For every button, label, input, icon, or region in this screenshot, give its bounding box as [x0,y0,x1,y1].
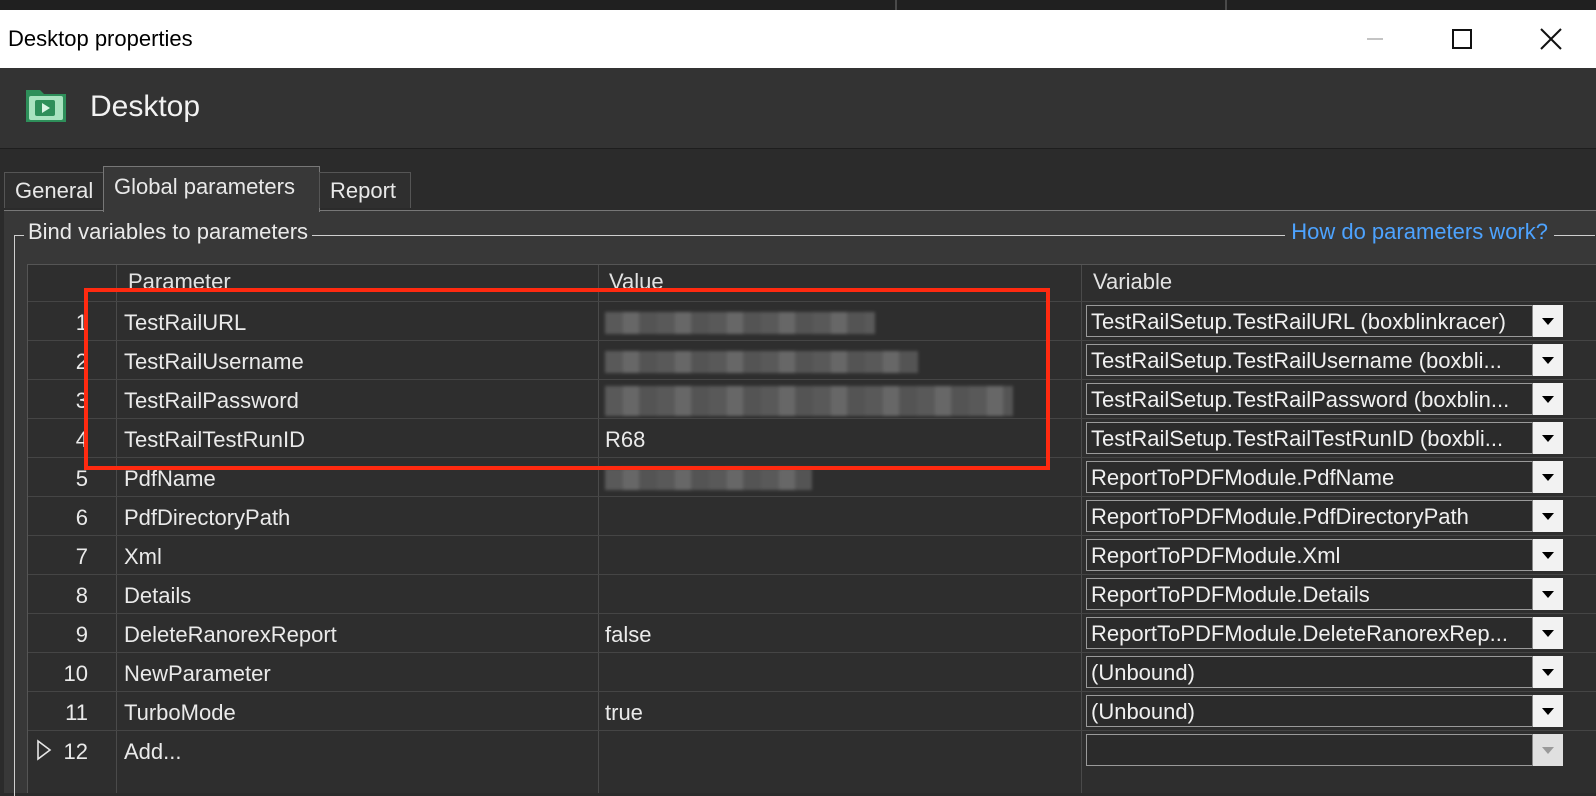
dialog-header: Desktop [0,68,1596,149]
highlight-box [84,288,1050,470]
variable-dropdown-value: TestRailSetup.TestRailTestRunID (boxbli.… [1091,426,1504,451]
variable-dropdown-value: ReportToPDFModule.Xml [1091,543,1341,568]
minimize-button[interactable] [1340,10,1410,68]
variable-dropdown[interactable] [1086,734,1563,766]
dropdown-arrow-icon[interactable] [1532,617,1563,649]
dropdown-arrow-icon[interactable] [1532,422,1563,454]
column-header-variable[interactable]: Variable [1093,269,1172,295]
dropdown-arrow-icon[interactable] [1532,344,1563,376]
table-row[interactable]: 7 Xml ReportToPDFModule.Xml [28,535,1596,575]
table-row[interactable]: 9 DeleteRanorexReport false ReportToPDFM… [28,613,1596,653]
parameter-name[interactable]: DeleteRanorexReport [124,622,337,648]
variable-dropdown-value: TestRailSetup.TestRailUsername (boxbli..… [1091,348,1502,373]
row-number: 12 [63,739,88,764]
variable-dropdown-value: ReportToPDFModule.Details [1091,582,1370,607]
row-number: 9 [75,622,88,647]
table-row[interactable]: 10 NewParameter (Unbound) [28,652,1596,692]
row-number: 11 [65,700,88,725]
add-parameter-cell[interactable]: Add... [124,739,181,765]
variable-dropdown[interactable]: TestRailSetup.TestRailTestRunID (boxbli.… [1086,422,1563,454]
variable-dropdown-value: ReportToPDFModule.DeleteRanorexRep... [1091,621,1508,646]
parameter-value[interactable]: false [605,622,651,648]
variable-dropdown[interactable]: (Unbound) [1086,695,1563,727]
variable-dropdown-value: (Unbound) [1091,699,1195,724]
parameter-name[interactable]: NewParameter [124,661,271,687]
maximize-button[interactable] [1427,10,1497,68]
dropdown-arrow-icon[interactable] [1532,461,1563,493]
close-button[interactable] [1516,10,1586,68]
variable-dropdown-value: TestRailSetup.TestRailURL (boxblinkracer… [1091,309,1506,334]
table-row[interactable]: 8 Details ReportToPDFModule.Details [28,574,1596,614]
variable-dropdown[interactable]: ReportToPDFModule.DeleteRanorexRep... [1086,617,1563,649]
variable-dropdown[interactable]: TestRailSetup.TestRailPassword (boxblin.… [1086,383,1563,415]
row-number: 6 [75,505,88,530]
variable-dropdown-value: ReportToPDFModule.PdfDirectoryPath [1091,504,1469,529]
variable-dropdown[interactable]: TestRailSetup.TestRailUsername (boxbli..… [1086,344,1563,376]
window-title: Desktop properties [8,26,193,51]
dropdown-arrow-icon[interactable] [1532,500,1563,532]
dropdown-arrow-icon[interactable] [1532,695,1563,727]
dropdown-arrow-icon[interactable] [1532,305,1563,337]
variable-dropdown[interactable]: (Unbound) [1086,656,1563,688]
row-number: 7 [75,544,88,569]
parameter-name[interactable]: Xml [124,544,162,570]
table-row[interactable]: 11 TurboMode true (Unbound) [28,691,1596,731]
row-number: 8 [75,583,88,608]
dropdown-arrow-icon[interactable] [1532,578,1563,610]
variable-dropdown-value: (Unbound) [1091,660,1195,685]
row-number: 5 [75,466,88,491]
variable-dropdown[interactable]: ReportToPDFModule.Xml [1086,539,1563,571]
close-icon [1540,28,1562,50]
row-number: 3 [75,388,88,413]
dropdown-arrow-icon[interactable] [1532,656,1563,688]
row-number: 2 [75,349,88,374]
parameter-name[interactable]: PdfDirectoryPath [124,505,290,531]
variable-dropdown[interactable]: TestRailSetup.TestRailURL (boxblinkracer… [1086,305,1563,337]
variable-dropdown-value: ReportToPDFModule.PdfName [1091,465,1395,490]
fieldset-legend: Bind variables to parameters [24,219,313,245]
row-number: 4 [75,427,88,452]
dropdown-arrow-icon[interactable] [1532,383,1563,415]
minimize-icon [1367,38,1383,40]
dialog-heading: Desktop [90,90,201,123]
row-number: 10 [63,661,88,686]
dropdown-arrow-icon[interactable] [1532,539,1563,571]
variable-dropdown[interactable]: ReportToPDFModule.Details [1086,578,1563,610]
table-row[interactable]: 6 PdfDirectoryPath ReportToPDFModule.Pdf… [28,496,1596,536]
variable-dropdown-value: TestRailSetup.TestRailPassword (boxblin.… [1091,387,1510,412]
row-number: 1 [75,310,88,335]
new-row[interactable]: 12 Add... [28,730,1596,770]
parameter-value[interactable]: true [605,700,643,726]
tab-global-parameters[interactable]: Global parameters [103,166,320,212]
help-link[interactable]: How do parameters work? [1285,219,1554,245]
variable-dropdown[interactable]: ReportToPDFModule.PdfName [1086,461,1563,493]
desktop-folder-icon [24,84,68,129]
title-bar: Desktop properties [0,10,1596,68]
tab-report[interactable]: Report [319,172,411,208]
redacted-value [605,468,812,490]
parameter-name[interactable]: TurboMode [124,700,236,726]
parameter-name[interactable]: Details [124,583,191,609]
dropdown-arrow-icon[interactable] [1532,734,1563,766]
tab-general[interactable]: General [4,172,104,208]
top-strip [0,0,1596,10]
maximize-icon [1452,29,1472,49]
variable-dropdown[interactable]: ReportToPDFModule.PdfDirectoryPath [1086,500,1563,532]
